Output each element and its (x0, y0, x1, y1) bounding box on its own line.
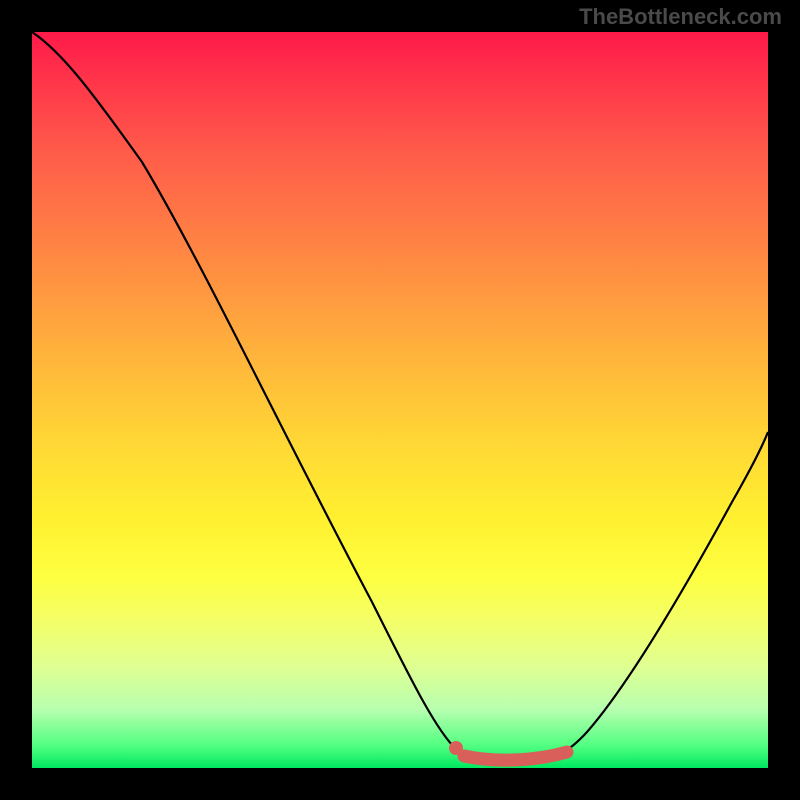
chart-plot-area (32, 32, 768, 768)
chart-svg (32, 32, 768, 768)
bottleneck-curve-line (32, 32, 768, 763)
optimal-range-marker (464, 752, 567, 760)
watermark-text: TheBottleneck.com (579, 4, 782, 30)
